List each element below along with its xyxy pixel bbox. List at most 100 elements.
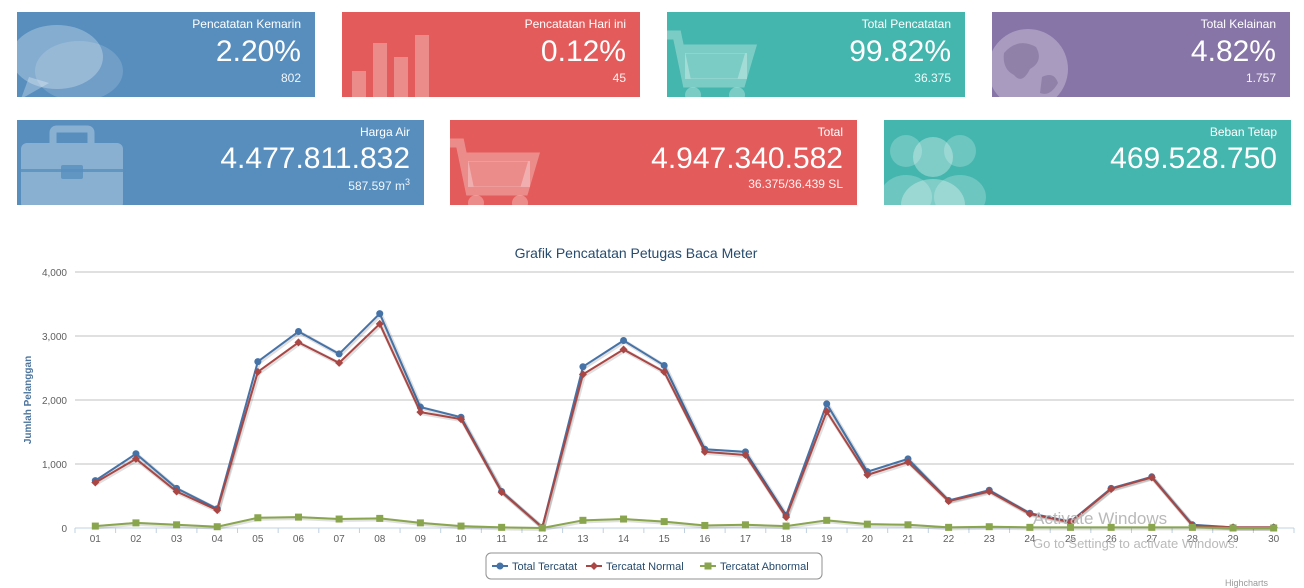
data-point[interactable] — [173, 521, 181, 529]
stat-card-2[interactable]: Total Pencatatan 99.82% 36.375 — [667, 12, 965, 97]
data-point[interactable] — [132, 519, 140, 527]
x-tick-label: 22 — [943, 534, 955, 545]
data-point[interactable] — [1229, 524, 1237, 532]
chart-title: Grafik Pencatatan Petugas Baca Meter — [515, 245, 758, 261]
stat-sub-value: 45 — [613, 71, 626, 85]
y-tick-label: 3,000 — [42, 332, 67, 343]
stat-sub-text: 45 — [612, 71, 626, 85]
legend-marker[interactable] — [496, 562, 504, 570]
data-point[interactable] — [376, 514, 384, 522]
data-point[interactable] — [1270, 524, 1278, 532]
data-point[interactable] — [457, 522, 465, 530]
x-tick-label: 16 — [699, 534, 711, 545]
x-tick-label: 13 — [577, 534, 589, 545]
stat-label: Total Pencatatan — [861, 17, 951, 31]
x-tick-label: 05 — [252, 534, 264, 545]
data-point[interactable] — [985, 523, 993, 531]
legend-marker[interactable] — [704, 562, 712, 570]
x-tick-label: 04 — [212, 534, 224, 545]
stat-sub-value: 802 — [281, 71, 301, 85]
data-point[interactable] — [782, 522, 790, 530]
series-line-shadow — [95, 321, 1275, 532]
series-line — [94, 311, 1274, 530]
stat-sub-text: 36.375/36.439 SL — [748, 177, 843, 191]
stat-sub-value: 587.597 m3 — [348, 177, 410, 193]
stat-sub-text: 36.375 — [914, 71, 951, 85]
bar-chart-icon — [342, 13, 452, 97]
stat-sub-superscript: 3 — [404, 177, 410, 187]
series-line-shadow — [95, 311, 1275, 533]
y-tick-label: 0 — [61, 524, 67, 535]
data-point[interactable] — [213, 523, 221, 531]
stat-card-0[interactable]: Pencatatan Kemarin 2.20% 802 — [17, 12, 315, 97]
stat-sub-value: 1.757 — [1246, 71, 1276, 85]
stat-card-2[interactable]: Beban Tetap 469.528.750 — [884, 120, 1291, 205]
x-tick-label: 08 — [374, 534, 386, 545]
stat-card-0[interactable]: Harga Air 4.477.811.832 587.597 m3 — [17, 120, 424, 205]
data-point[interactable] — [579, 363, 587, 371]
x-tick-label: 19 — [821, 534, 833, 545]
stat-sub-text: 802 — [280, 71, 301, 85]
y-tick-label: 2,000 — [42, 396, 67, 407]
activate-windows-subtitle: Go to Settings to activate Windows. — [1033, 536, 1239, 551]
stat-value: 0.12% — [540, 35, 626, 68]
stat-value: 4.477.811.832 — [220, 142, 410, 175]
x-tick-label: 30 — [1268, 534, 1280, 545]
stat-card-1[interactable]: Pencatatan Hari ini 0.12% 45 — [342, 12, 640, 97]
stat-label: Pencatatan Hari ini — [524, 17, 626, 31]
x-tick-label: 10 — [455, 534, 467, 545]
legend-label: Tercatat Abnormal — [720, 561, 809, 573]
x-tick-label: 15 — [659, 534, 671, 545]
x-tick-label: 06 — [293, 534, 305, 545]
chart-credits[interactable]: Highcharts — [1225, 578, 1268, 588]
data-point[interactable] — [1188, 523, 1196, 531]
chart-legend: Total Tercatat Tercatat Normal Tercatat Ab… — [485, 552, 823, 580]
data-point[interactable] — [294, 328, 302, 336]
stat-value: 4.82% — [1190, 35, 1276, 68]
stat-value: 469.528.750 — [1110, 142, 1277, 175]
series-1 — [91, 319, 1278, 532]
legend-label: Tercatat Normal — [606, 561, 684, 573]
data-point[interactable] — [904, 521, 912, 529]
data-point[interactable] — [294, 513, 302, 521]
data-point[interactable] — [538, 524, 546, 532]
stat-card-1[interactable]: Total 4.947.340.582 36.375/36.439 SL — [450, 120, 857, 205]
data-point[interactable] — [335, 515, 343, 523]
data-point[interactable] — [254, 358, 262, 366]
data-point[interactable] — [741, 521, 749, 529]
shopping-cart-icon — [667, 13, 777, 97]
x-tick-label: 11 — [496, 534, 507, 545]
data-point[interactable] — [498, 523, 506, 531]
x-tick-label: 21 — [902, 534, 914, 545]
data-point[interactable] — [823, 400, 831, 408]
data-point[interactable] — [701, 521, 709, 529]
stat-label: Total Kelainan — [1200, 17, 1276, 31]
data-point[interactable] — [823, 516, 831, 524]
data-point[interactable] — [863, 520, 871, 528]
activate-windows-title: Activate Windows — [1033, 509, 1168, 528]
data-point[interactable] — [660, 518, 668, 526]
data-point[interactable] — [945, 523, 953, 531]
x-tick-label: 14 — [618, 534, 630, 545]
data-point[interactable] — [579, 516, 587, 524]
comments-icon — [17, 13, 127, 97]
y-axis-title: Jumlah Pelanggan — [23, 356, 34, 444]
x-tick-label: 23 — [984, 534, 996, 545]
x-tick-label: 01 — [90, 534, 102, 545]
shopping-cart-icon — [450, 121, 560, 205]
data-point[interactable] — [620, 336, 628, 344]
data-point[interactable] — [254, 514, 262, 522]
data-point[interactable] — [620, 515, 628, 523]
stat-value: 99.82% — [849, 35, 951, 68]
stat-label: Harga Air — [359, 125, 410, 139]
x-tick-label: 09 — [415, 534, 427, 545]
data-point[interactable] — [376, 310, 384, 318]
line-chart: Grafik Pencatatan Petugas Baca Meter Jum… — [23, 245, 1295, 580]
group-icon — [884, 121, 1004, 205]
stat-sub-value: 36.375/36.439 SL — [748, 177, 843, 191]
data-point[interactable] — [416, 519, 424, 527]
x-tick-label: 20 — [862, 534, 874, 545]
data-point[interactable] — [91, 522, 99, 530]
data-point[interactable] — [335, 350, 343, 358]
stat-card-3[interactable]: Total Kelainan 4.82% 1.757 — [992, 12, 1290, 97]
